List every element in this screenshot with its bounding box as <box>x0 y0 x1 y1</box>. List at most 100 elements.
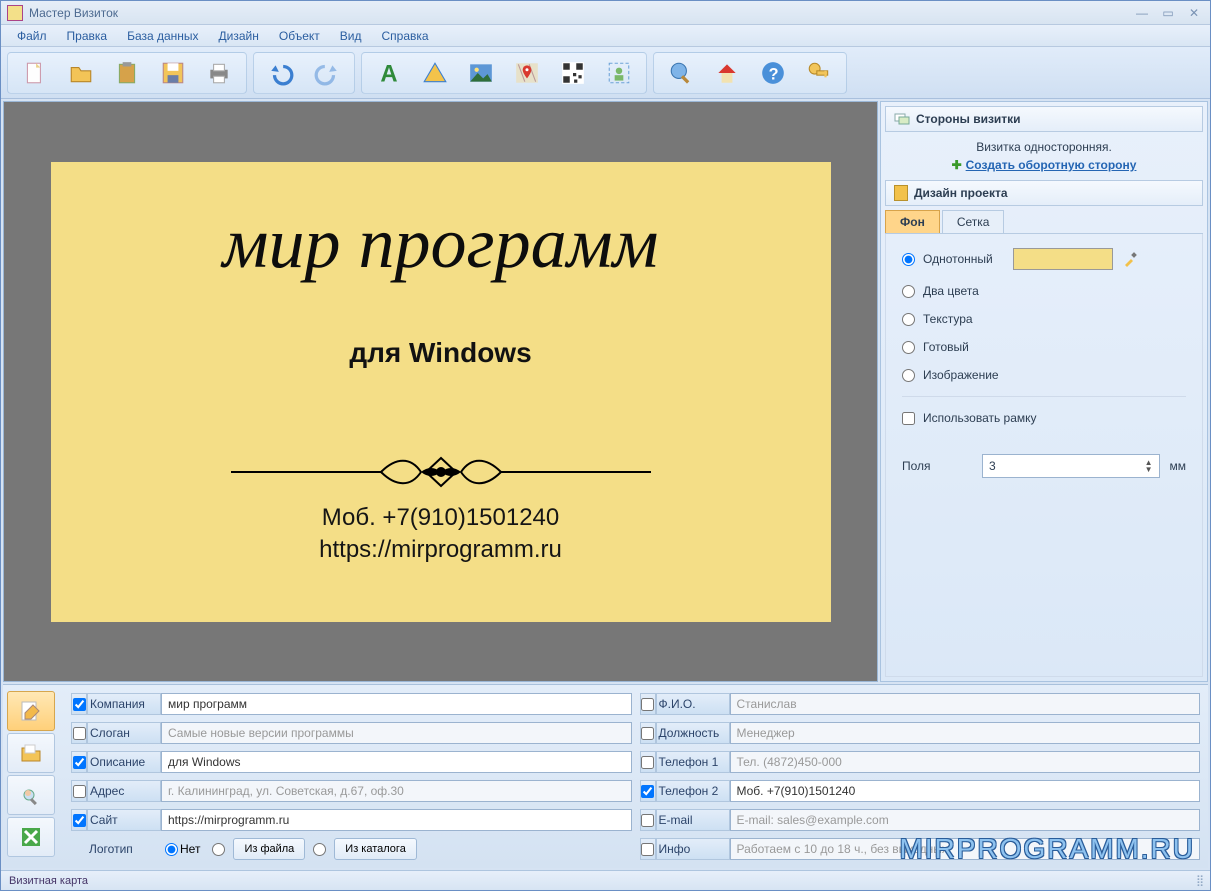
address-label: Адрес <box>87 780 161 802</box>
shape-button[interactable] <box>416 55 454 91</box>
tel2-checkbox[interactable] <box>641 785 654 798</box>
address-input[interactable]: г. Калининград, ул. Советская, д.67, оф.… <box>161 780 632 802</box>
logo-catalog-button[interactable]: Из каталога <box>334 838 417 860</box>
license-button[interactable] <box>800 55 838 91</box>
bg-texture-radio[interactable] <box>902 313 915 326</box>
desc-input[interactable]: для Windows <box>161 751 632 773</box>
email-input[interactable]: E-mail: sales@example.com <box>730 809 1201 831</box>
clipart-button[interactable] <box>600 55 638 91</box>
close-button[interactable]: ✕ <box>1184 5 1204 21</box>
bg-two-radio[interactable] <box>902 285 915 298</box>
card-company[interactable]: мир программ <box>51 202 831 285</box>
card-description[interactable]: для Windows <box>51 337 831 369</box>
info-input[interactable]: Работаем с 10 до 18 ч., без выходных <box>730 838 1201 860</box>
menu-edit[interactable]: Правка <box>59 27 116 45</box>
menu-help[interactable]: Справка <box>373 27 436 45</box>
slogan-input[interactable]: Самые новые версии программы <box>161 722 632 744</box>
site-input[interactable]: https://mirprogramm.ru <box>161 809 632 831</box>
btab-edit[interactable] <box>7 691 55 731</box>
background-options: Однотонный Два цвета Текстура Готовый Из… <box>885 234 1203 677</box>
pos-input[interactable]: Менеджер <box>730 722 1201 744</box>
btab-search[interactable] <box>7 775 55 815</box>
tab-background[interactable]: Фон <box>885 210 940 233</box>
text-button[interactable]: A <box>370 55 408 91</box>
open-button[interactable] <box>62 55 100 91</box>
menu-file[interactable]: Файл <box>9 27 55 45</box>
spinner-icon[interactable]: ▲▼ <box>1145 459 1153 473</box>
bg-texture-label: Текстура <box>923 312 973 326</box>
qrcode-button[interactable] <box>554 55 592 91</box>
design-tabs: Фон Сетка <box>885 210 1203 234</box>
resize-grip-icon[interactable]: ⣿ <box>1196 874 1202 887</box>
create-back-link[interactable]: ✚Создать оборотную сторону <box>885 158 1203 172</box>
logo-label: Логотип <box>87 842 161 856</box>
app-icon <box>7 5 23 21</box>
btab-export[interactable] <box>7 817 55 857</box>
canvas[interactable]: мир программ для Windows Моб. +7(910)150… <box>3 101 878 682</box>
company-checkbox[interactable] <box>73 698 86 711</box>
card-site[interactable]: https://mirprogramm.ru <box>51 536 831 564</box>
tab-grid[interactable]: Сетка <box>942 210 1005 233</box>
bg-solid-radio[interactable] <box>902 253 915 266</box>
home-button[interactable] <box>708 55 746 91</box>
tel1-input[interactable]: Тел. (4872)450-000 <box>730 751 1201 773</box>
tel1-checkbox[interactable] <box>641 756 654 769</box>
image-button[interactable] <box>462 55 500 91</box>
save-button[interactable] <box>154 55 192 91</box>
bg-ready-radio[interactable] <box>902 341 915 354</box>
info-checkbox[interactable] <box>641 843 654 856</box>
fio-checkbox[interactable] <box>641 698 654 711</box>
bg-color-swatch[interactable] <box>1013 248 1113 270</box>
undo-button[interactable] <box>262 55 300 91</box>
site-checkbox[interactable] <box>73 814 86 827</box>
email-checkbox[interactable] <box>641 814 654 827</box>
card-ornament[interactable] <box>231 452 651 492</box>
bg-ready-label: Готовый <box>923 340 969 354</box>
panel-design-title: Дизайн проекта <box>914 186 1008 200</box>
paste-button[interactable] <box>108 55 146 91</box>
preview-button[interactable] <box>662 55 700 91</box>
toolbar-group-nav: ? <box>653 52 847 94</box>
bg-image-radio[interactable] <box>902 369 915 382</box>
map-button[interactable] <box>508 55 546 91</box>
panel-sides-header: Стороны визитки <box>885 106 1203 132</box>
menu-db[interactable]: База данных <box>119 27 206 45</box>
print-button[interactable] <box>200 55 238 91</box>
menubar: Файл Правка База данных Дизайн Объект Ви… <box>1 25 1210 47</box>
bg-image-label: Изображение <box>923 368 999 382</box>
fio-label: Ф.И.О. <box>656 693 730 715</box>
pos-checkbox[interactable] <box>641 727 654 740</box>
form-right-column: Ф.И.О.Станислав ДолжностьМенеджер Телефо… <box>640 691 1201 862</box>
logo-catalog-option[interactable] <box>309 843 330 856</box>
btab-templates[interactable] <box>7 733 55 773</box>
new-button[interactable] <box>16 55 54 91</box>
eyedropper-icon[interactable] <box>1123 251 1139 267</box>
use-frame-label: Использовать рамку <box>923 411 1037 425</box>
fio-input[interactable]: Станислав <box>730 693 1201 715</box>
menu-design[interactable]: Дизайн <box>211 27 267 45</box>
margins-input[interactable]: 3 ▲▼ <box>982 454 1160 478</box>
tel2-input[interactable]: Моб. +7(910)1501240 <box>730 780 1201 802</box>
toolbar-group-file <box>7 52 247 94</box>
info-label: Инфо <box>656 838 730 860</box>
desc-checkbox[interactable] <box>73 756 86 769</box>
window-title: Мастер Визиток <box>29 6 118 20</box>
minimize-button[interactable]: — <box>1132 5 1152 21</box>
card-phone[interactable]: Моб. +7(910)1501240 <box>51 504 831 532</box>
maximize-button[interactable]: ▭ <box>1158 5 1178 21</box>
menu-object[interactable]: Объект <box>271 27 328 45</box>
address-checkbox[interactable] <box>73 785 86 798</box>
bg-solid-label: Однотонный <box>923 252 993 266</box>
logo-none-option[interactable]: Нет <box>161 842 204 856</box>
sides-icon <box>894 111 910 127</box>
slogan-checkbox[interactable] <box>73 727 86 740</box>
use-frame-checkbox[interactable] <box>902 412 915 425</box>
help-button[interactable]: ? <box>754 55 792 91</box>
menu-view[interactable]: Вид <box>332 27 370 45</box>
logo-file-button[interactable]: Из файла <box>233 838 305 860</box>
logo-file-option[interactable] <box>208 843 229 856</box>
titlebar: Мастер Визиток — ▭ ✕ <box>1 1 1210 25</box>
redo-button[interactable] <box>308 55 346 91</box>
company-input[interactable]: мир программ <box>161 693 632 715</box>
business-card[interactable]: мир программ для Windows Моб. +7(910)150… <box>51 162 831 622</box>
